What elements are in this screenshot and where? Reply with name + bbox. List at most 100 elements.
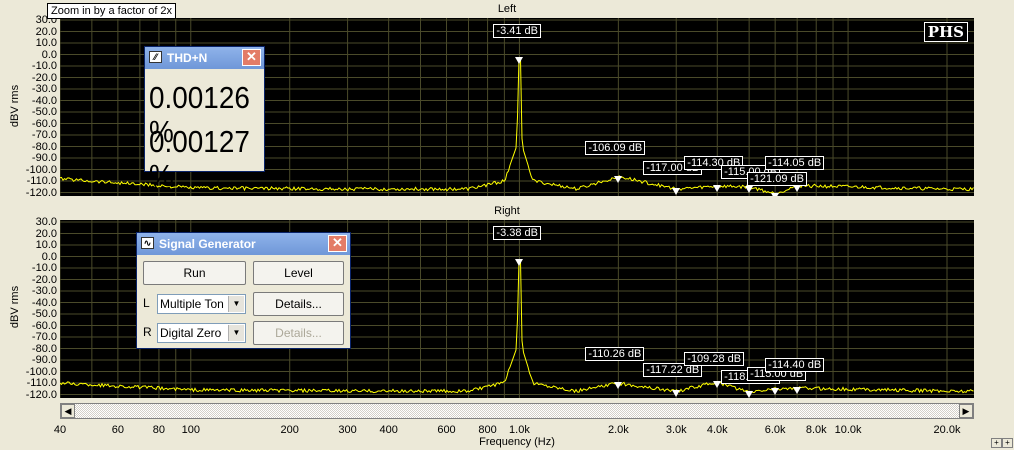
left-waveform-value: Multiple Ton (160, 297, 224, 311)
marker-label: -114.05 dB (765, 155, 825, 170)
left-channel-label: L (143, 296, 150, 310)
y-tick-label: -40.0 (31, 94, 57, 107)
x-tick-label: 40 (53, 424, 67, 436)
x-tick-label: 800 (478, 424, 497, 436)
x-tick-label: 20.0k (933, 424, 961, 436)
y-tick-label: -70.0 (31, 129, 57, 141)
x-tick-label: 6.0k (764, 424, 786, 436)
marker-arrow-icon (793, 184, 802, 192)
chevron-down-icon[interactable]: ▼ (228, 325, 244, 341)
x-tick-label: 1.0k (509, 424, 530, 436)
run-button[interactable]: Run (143, 261, 246, 285)
y-tick-label: -10.0 (31, 262, 57, 274)
marker-label: -114.40 dB (765, 358, 825, 373)
signal-generator-titlebar[interactable]: ∿ Signal Generator ✕ (137, 233, 350, 255)
right-waveform-select[interactable]: Digital Zero ▼ (157, 323, 246, 343)
y-tick-label: 10.0 (35, 239, 57, 251)
y-tick-label: -30.0 (31, 285, 57, 297)
y-tick-label: -110.0 (26, 377, 57, 389)
x-tick-label: 100 (181, 424, 200, 436)
marker-arrow-icon (614, 382, 623, 390)
thd-n-title: THD+N (167, 51, 208, 65)
y-tick-label: -30.0 (31, 83, 57, 95)
signal-generator-title: Signal Generator (159, 237, 256, 251)
marker-arrow-icon (515, 57, 524, 65)
y-tick-label: -60.0 (31, 319, 57, 332)
marker-label: -121.09 dB (747, 171, 807, 186)
marker-label: -110.26 dB (585, 347, 645, 362)
y-tick-label: -40.0 (31, 296, 57, 309)
close-icon[interactable]: ✕ (242, 49, 261, 66)
x-tick-label: 600 (437, 424, 456, 436)
y-tick-label: 10.0 (35, 37, 57, 49)
marker-arrow-icon (771, 192, 780, 196)
chevron-down-icon[interactable]: ▼ (228, 296, 244, 312)
y-tick-label: 20.0 (35, 25, 57, 38)
right-panel-title: Right (494, 205, 520, 217)
y-tick-label: -90.0 (31, 152, 57, 164)
x-tick-label: 8.0k (805, 424, 827, 436)
y-tick-label: -50.0 (31, 106, 57, 118)
y-tick-label: -80.0 (31, 342, 57, 355)
x-tick-label: 300 (338, 424, 357, 436)
signal-generator-window[interactable]: ∿ Signal Generator ✕ Run Level L Multipl… (136, 232, 351, 349)
zoom-tooltip: Zoom in by a factor of 2x (47, 3, 177, 19)
zoom-out-small-icon[interactable]: + (1002, 438, 1013, 448)
y-tick-label: -70.0 (31, 331, 57, 343)
right-channel-label: R (143, 325, 152, 339)
x-tick-label: 80 (152, 424, 166, 436)
y-tick-label: -10.0 (31, 60, 57, 72)
y-tick-label: -110.0 (26, 175, 57, 187)
right-details-button: Details... (253, 321, 344, 345)
left-details-button[interactable]: Details... (253, 292, 344, 316)
y-tick-label: 0.0 (41, 48, 57, 61)
marker-arrow-icon (614, 175, 623, 183)
y-tick-label: -50.0 (31, 308, 57, 320)
marker-arrow-icon (713, 184, 722, 192)
marker-label: -3.38 dB (493, 226, 542, 240)
y-tick-label: 0.0 (41, 250, 57, 263)
x-tick-label: 2.0k (607, 424, 629, 436)
waveform-icon: ∿ (141, 237, 154, 249)
marker-arrow-icon (713, 381, 722, 389)
y-tick-label: -100.0 (25, 365, 57, 378)
y-tick-label: -100.0 (25, 163, 57, 176)
scroll-left-arrow-icon[interactable]: ◀ (61, 404, 75, 418)
y-tick-label: -20.0 (31, 71, 57, 84)
marker-arrow-icon (515, 259, 524, 267)
marker-label: -109.28 dB (684, 352, 745, 367)
marker-arrow-icon (793, 387, 802, 395)
thd-n-titlebar[interactable]: ⁄⁄ THD+N ✕ (145, 47, 264, 69)
marker-label: -3.41 dB (493, 24, 542, 38)
x-tick-label: 400 (379, 424, 398, 436)
y-tick-label: -90.0 (31, 354, 57, 366)
marker-label: -106.09 dB (585, 140, 646, 155)
y-tick-label: 20.0 (35, 227, 57, 240)
x-tick-label: 3.0k (665, 424, 687, 436)
close-icon[interactable]: ✕ (328, 235, 347, 252)
x-tick-label: 4.0k (706, 424, 728, 436)
marker-arrow-icon (672, 390, 681, 398)
left-waveform-select[interactable]: Multiple Ton ▼ (157, 294, 246, 314)
marker-arrow-icon (745, 391, 754, 398)
marker-arrow-icon (672, 188, 681, 196)
x-tick-label: 60 (111, 424, 124, 436)
y-tick-label: -120.0 (25, 186, 57, 199)
phs-logo: PHS (923, 22, 968, 42)
marker-arrow-icon (745, 185, 754, 193)
right-waveform-value: Digital Zero (160, 326, 222, 340)
zoom-in-small-icon[interactable]: + (991, 438, 1002, 448)
thd-n-window[interactable]: ⁄⁄ THD+N ✕ 0.00126 % 0.00127 % (144, 46, 265, 193)
y-tick-label: -120.0 (25, 388, 57, 401)
x-tick-label: 200 (280, 424, 299, 436)
y-tick-label: 30.0 (35, 216, 57, 228)
thd-right-value: 0.00127 % (149, 124, 250, 193)
horizontal-scrollbar[interactable]: ◀ ▶ (60, 403, 974, 419)
x-tick-label: 10.0k (834, 424, 862, 436)
level-button[interactable]: Level (253, 261, 344, 285)
y-tick-label: -80.0 (31, 140, 57, 153)
scroll-right-arrow-icon[interactable]: ▶ (959, 404, 973, 418)
marker-arrow-icon (771, 387, 780, 395)
y-tick-label: -20.0 (31, 273, 57, 286)
x-axis-label: Frequency (Hz) (479, 436, 555, 448)
